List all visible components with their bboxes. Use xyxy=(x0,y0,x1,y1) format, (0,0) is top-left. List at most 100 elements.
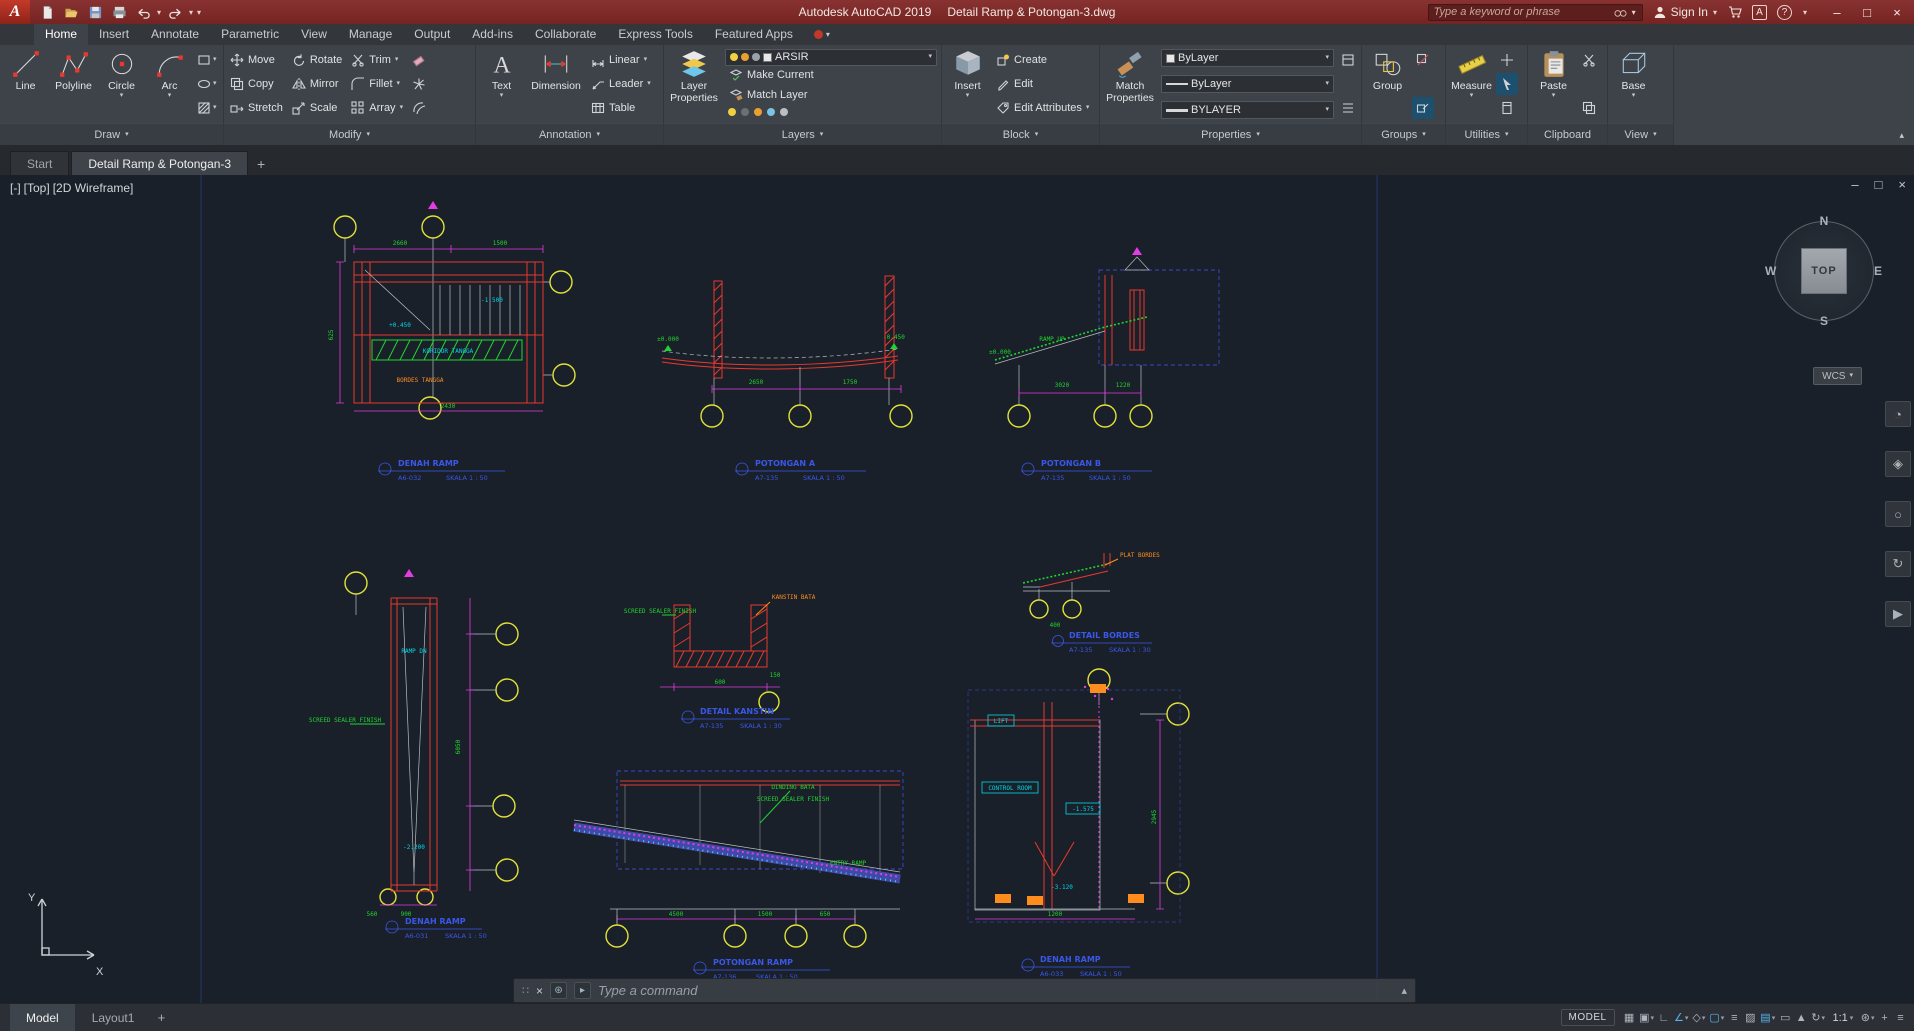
svg-text:600[interactable]: 600 xyxy=(715,679,726,686)
svg-text:-1.500[interactable]: -1.500 xyxy=(481,297,503,304)
viewcube-west[interactable]: W xyxy=(1765,264,1776,278)
svg-text:2430[interactable]: 2430 xyxy=(441,403,456,410)
svg-text:±0.000[interactable]: ±0.000 xyxy=(657,336,679,343)
maximize-button[interactable]: □ xyxy=(1852,0,1882,24)
svg-text:DINDING BATA[interactable]: DINDING BATA xyxy=(771,784,815,791)
new-drawing-tab-button[interactable]: + xyxy=(250,153,272,175)
app-menu-button[interactable]: A xyxy=(0,0,30,24)
dynamic-input-toggle[interactable]: ▭ xyxy=(1778,1008,1793,1028)
layer-select-dropdown[interactable]: ARSIR ▾ xyxy=(725,49,937,66)
svg-text:KANSTIN BATA[interactable]: KANSTIN BATA xyxy=(772,594,816,601)
panel-label-block[interactable]: Block ▾ xyxy=(942,123,1099,145)
svg-text:-3.120[interactable]: -3.120 xyxy=(1051,884,1073,891)
svg-text:SCREED SEALER FINISH[interactable]: SCREED SEALER FINISH xyxy=(624,608,697,615)
measure-button[interactable]: Measure ▾ xyxy=(1448,46,1495,122)
mirror-button[interactable]: Mirror xyxy=(288,73,346,95)
svg-text:4500[interactable]: 4500 xyxy=(669,911,684,918)
ribbon-tab-view[interactable]: View xyxy=(290,24,338,45)
orbit-button[interactable]: ↻ xyxy=(1885,551,1911,577)
command-line-grip[interactable]: ∷ xyxy=(522,984,529,997)
copy-button[interactable]: Copy xyxy=(226,73,287,95)
customize-button[interactable]: ≡ xyxy=(1893,1008,1908,1028)
cluster-detail-bordes[interactable]: PLAT BORDES 400 DETAIL BORDES A7-135 SKA… xyxy=(1022,552,1160,654)
group-button[interactable]: Group xyxy=(1364,46,1411,122)
panel-label-annotation[interactable]: Annotation ▾ xyxy=(476,123,663,145)
panel-label-view[interactable]: View ▾ xyxy=(1608,123,1673,145)
create-block-button[interactable]: Create xyxy=(992,49,1093,71)
cluster-detail-kanstin[interactable]: KANSTIN BATA SCREED SEALER FINISH 600 15… xyxy=(624,594,816,730)
file-tab-start[interactable]: Start xyxy=(10,151,70,175)
command-history-button[interactable]: ▴ xyxy=(1401,984,1407,997)
explode-button[interactable] xyxy=(408,73,430,95)
trim-button[interactable]: Trim ▾ xyxy=(347,49,407,71)
svg-text:CONTROL ROOM[interactable]: CONTROL ROOM xyxy=(988,785,1032,792)
command-line[interactable]: ∷ × ⊛ ▸ ▴ xyxy=(513,978,1416,1003)
ribbon-tab-annotate[interactable]: Annotate xyxy=(140,24,210,45)
arc-button[interactable]: Arc ▾ xyxy=(146,46,193,122)
hatch-button[interactable]: ▾ xyxy=(195,98,219,118)
show-motion-button[interactable]: ▶ xyxy=(1885,601,1911,627)
layer-thaw-tool-icon[interactable] xyxy=(754,108,762,117)
viewport-view-control[interactable]: [Top] xyxy=(24,181,50,195)
plot-button[interactable] xyxy=(108,2,130,22)
lineweight-toggle[interactable]: ≡ xyxy=(1727,1008,1742,1028)
panel-label-groups[interactable]: Groups ▾ xyxy=(1362,123,1445,145)
undo-button[interactable] xyxy=(132,2,154,22)
pan-button[interactable]: ◈ xyxy=(1885,451,1911,477)
command-customize-icon[interactable]: ⊛ xyxy=(550,982,568,999)
ribbon-tab-addins[interactable]: Add-ins xyxy=(461,24,524,45)
properties-palette-button[interactable] xyxy=(1337,49,1359,71)
object-color-dropdown[interactable]: ByLayer ▾ xyxy=(1161,49,1334,67)
ribbon-tab-express-tools[interactable]: Express Tools xyxy=(607,24,703,45)
snap-mode-toggle[interactable]: ▣ ▾ xyxy=(1638,1008,1656,1028)
cluster-denah-ramp-2[interactable]: SCREED SEALER FINISH RAMP DN -2.200 6050… xyxy=(309,569,519,940)
polar-tracking-toggle[interactable]: ∠ ▾ xyxy=(1673,1008,1690,1028)
ribbon-tab-output[interactable]: Output xyxy=(403,24,461,45)
stretch-button[interactable]: Stretch xyxy=(226,97,287,119)
svg-text:2650[interactable]: 2650 xyxy=(749,379,764,386)
annotation-monitor-button[interactable]: + xyxy=(1877,1008,1892,1028)
svg-text:-0.450[interactable]: -0.450 xyxy=(883,334,905,341)
model-space-viewport[interactable]: 2660 1500 625 2430 KORIDOR TANGGA +0.450… xyxy=(0,175,1914,1003)
viewport-visual-style-control[interactable]: [2D Wireframe] xyxy=(53,181,134,195)
fillet-button[interactable]: Fillet ▾ xyxy=(347,73,407,95)
new-file-button[interactable] xyxy=(36,2,58,22)
svg-text:LIFT[interactable]: LIFT xyxy=(994,718,1009,725)
layer-on-tool-icon[interactable] xyxy=(728,108,736,117)
help-dropdown[interactable]: ▾ xyxy=(1803,8,1807,17)
circle-button[interactable]: Circle ▾ xyxy=(98,46,145,122)
viewcube-top-face[interactable]: TOP xyxy=(1801,248,1847,294)
svg-text:625[interactable]: 625 xyxy=(328,329,335,340)
cluster-potongan-b[interactable]: RAMP UP ±0.000 3020 1220 POTONGAN B A7-1… xyxy=(989,247,1220,482)
ortho-mode-toggle[interactable]: ∟ xyxy=(1657,1008,1672,1028)
panel-label-layers[interactable]: Layers ▾ xyxy=(664,123,941,145)
ribbon-tab-home[interactable]: Home xyxy=(34,24,89,45)
minimize-button[interactable]: – xyxy=(1822,0,1852,24)
panel-label-draw[interactable]: Draw ▾ xyxy=(0,123,223,145)
viewcube-east[interactable]: E xyxy=(1874,264,1882,278)
qat-customize-dropdown[interactable]: ▾ xyxy=(197,8,201,17)
cut-button[interactable] xyxy=(1578,49,1600,71)
wcs-dropdown[interactable]: WCS ▾ xyxy=(1813,367,1862,385)
svg-text:150[interactable]: 150 xyxy=(770,672,781,679)
annotation-scale-button[interactable]: 1:1 ▾ xyxy=(1827,1012,1858,1024)
ribbon-collapse-button[interactable]: ▴ xyxy=(1889,126,1914,145)
ribbon-tab-collaborate[interactable]: Collaborate xyxy=(524,24,607,45)
open-file-button[interactable] xyxy=(60,2,82,22)
ribbon-display-dropdown[interactable]: ▾ xyxy=(826,30,830,39)
layer-properties-button[interactable]: Layer Properties xyxy=(666,46,722,122)
undo-dropdown[interactable]: ▾ xyxy=(157,8,161,17)
cluster-potongan-a[interactable]: ±0.000 -0.450 2650 1750 POTONGAN A A7-13… xyxy=(657,275,913,482)
autoscale-toggle[interactable]: ↻ ▾ xyxy=(1810,1008,1827,1028)
workspace-switching-button[interactable]: ⊛ ▾ xyxy=(1859,1008,1876,1028)
svg-text:PLAT BORDES[interactable]: PLAT BORDES xyxy=(1120,552,1160,559)
cluster-denah-ramp-1[interactable]: 2660 1500 625 2430 KORIDOR TANGGA +0.450… xyxy=(328,201,576,482)
app-store-cart-button[interactable] xyxy=(1728,5,1742,19)
svg-text:-2.200[interactable]: -2.200 xyxy=(403,844,425,851)
svg-text:BORDES TANGGA[interactable]: BORDES TANGGA xyxy=(397,377,444,384)
view-label[interactable]: DETAIL KANSTIN A7-135 SKALA 1 : 30 xyxy=(681,707,790,730)
search-input[interactable] xyxy=(1433,6,1610,18)
ribbon-tab-manage[interactable]: Manage xyxy=(338,24,403,45)
move-button[interactable]: Move xyxy=(226,49,287,71)
zoom-button[interactable]: ○ xyxy=(1885,501,1911,527)
